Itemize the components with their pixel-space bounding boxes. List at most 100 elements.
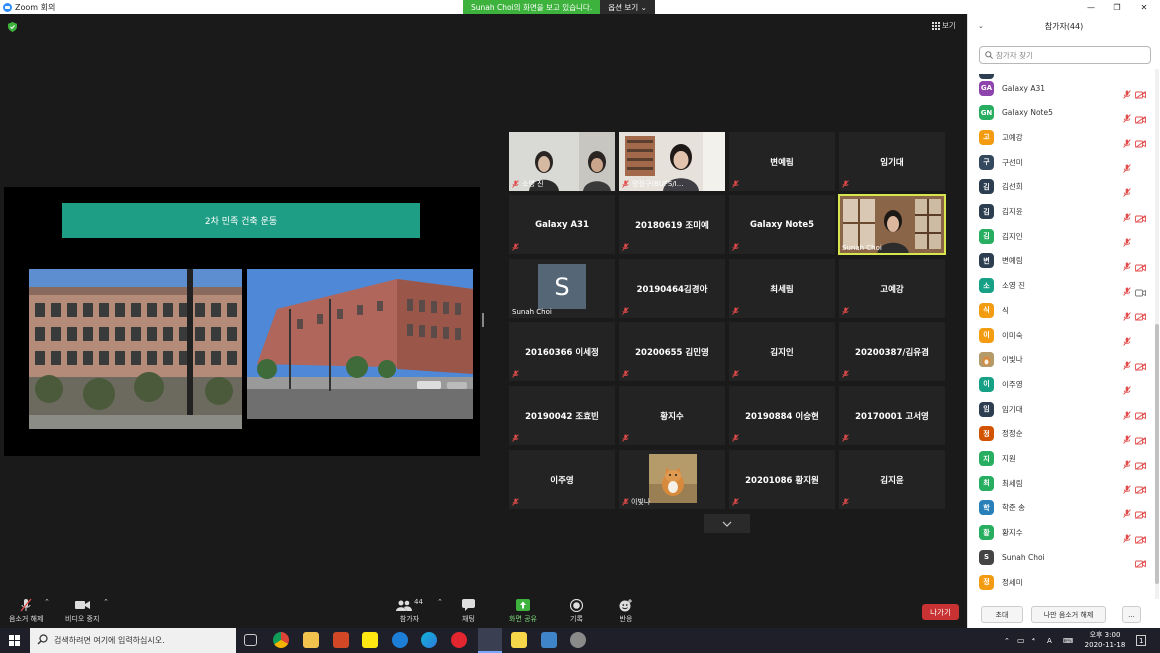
shield-icon[interactable] [8, 22, 17, 32]
powerpoint-icon[interactable] [333, 632, 349, 648]
mic-muted-icon[interactable] [1123, 484, 1131, 494]
participant-row[interactable]: 식식 [968, 298, 1154, 322]
video-off-icon[interactable] [1135, 560, 1146, 569]
network-icon[interactable]: ▭ [1017, 628, 1025, 653]
close-button[interactable]: ✕ [1131, 0, 1157, 14]
mic-muted-icon[interactable] [1123, 312, 1131, 321]
sticky-notes-icon[interactable] [511, 632, 527, 648]
gallery-tile[interactable]: 20190884 이승현 [729, 386, 835, 445]
mic-muted-icon[interactable] [1123, 89, 1131, 99]
participant-video-status[interactable] [1135, 183, 1146, 191]
gallery-tile[interactable]: 20200655 김민영 [619, 322, 725, 381]
participant-video-status[interactable] [1135, 356, 1146, 371]
participant-row[interactable]: 황 황지수 [968, 521, 1154, 545]
participant-video-status[interactable] [1135, 553, 1146, 569]
participant-video-status[interactable] [1135, 430, 1146, 445]
participant-mic-status[interactable] [1123, 578, 1131, 587]
split-divider-handle[interactable] [482, 313, 484, 327]
opera-icon[interactable] [451, 632, 467, 648]
mic-muted-icon[interactable] [1123, 534, 1131, 543]
participant-video-status[interactable] [1135, 109, 1146, 124]
mic-muted-icon[interactable] [1123, 410, 1131, 420]
mic-muted-icon[interactable] [1123, 287, 1131, 296]
video-off-icon[interactable] [1135, 140, 1146, 149]
participant-mic-status[interactable] [1123, 331, 1131, 346]
video-off-icon[interactable] [1135, 214, 1146, 223]
gallery-next-page-button[interactable] [704, 514, 750, 533]
video-camera-icon[interactable] [1135, 289, 1146, 297]
participant-video-status[interactable] [1135, 158, 1146, 166]
taskbar-clock[interactable]: 오후 3:00 2020-11-18 [1082, 630, 1128, 650]
gallery-tile[interactable]: Galaxy A31 [509, 195, 615, 254]
tray-chevron-icon[interactable]: ⌃ [1004, 628, 1010, 653]
video-off-icon[interactable] [1135, 91, 1146, 99]
participant-mic-status[interactable] [1123, 108, 1131, 123]
participants-options-caret[interactable]: ⌃ [437, 598, 443, 606]
participant-mic-status[interactable] [1123, 503, 1131, 519]
gallery-tile[interactable]: 고예강 [839, 259, 945, 318]
participants-button[interactable]: 44 참가자 [396, 598, 423, 624]
participant-video-status[interactable] [1135, 84, 1146, 99]
kakaotalk-icon[interactable] [362, 632, 378, 648]
participant-mic-status[interactable] [1123, 553, 1131, 562]
video-off-icon[interactable] [1135, 264, 1146, 272]
gallery-tile[interactable]: 20180619 조미예 [619, 195, 725, 254]
participant-row[interactable]: 김 김지인 [968, 224, 1154, 248]
volume-icon[interactable]: ⁴ [1032, 628, 1035, 653]
participant-mic-status[interactable] [1123, 84, 1131, 99]
participant-mic-status[interactable] [1123, 355, 1131, 370]
mic-muted-icon[interactable] [1123, 361, 1131, 370]
participant-row[interactable]: S Sunah Choi [968, 545, 1154, 569]
mic-muted-icon[interactable] [1123, 386, 1131, 395]
participant-mic-status[interactable] [1123, 232, 1131, 247]
participant-video-status[interactable] [1135, 405, 1146, 420]
participant-row[interactable]: 정 정정순 [968, 422, 1154, 446]
mic-muted-icon[interactable] [1123, 460, 1131, 469]
leave-button[interactable]: 나가기 [922, 604, 959, 620]
mic-muted-icon[interactable] [1123, 336, 1131, 346]
gallery-tile[interactable]: 20201086 황지원 [729, 450, 835, 509]
participant-mic-status[interactable] [1123, 182, 1131, 197]
gallery-tile[interactable]: 임기대 [839, 132, 945, 191]
participant-mic-status[interactable] [1123, 429, 1131, 444]
participant-row[interactable]: 김 김선희 [968, 175, 1154, 199]
gallery-tile[interactable]: 20170001 고서영 [839, 386, 945, 445]
gallery-tile[interactable]: 최세림 [729, 259, 835, 318]
video-off-icon[interactable] [1135, 535, 1146, 544]
video-off-icon[interactable] [1135, 511, 1146, 519]
mic-muted-icon[interactable] [1123, 213, 1131, 222]
mic-muted-icon[interactable] [1123, 114, 1131, 123]
gallery-tile[interactable]: 20190042 조효빈 [509, 386, 615, 445]
video-off-icon[interactable] [1135, 436, 1146, 445]
mic-muted-icon[interactable] [1123, 237, 1131, 247]
gallery-tile[interactable]: 양정구(BUFS/I... [619, 132, 725, 191]
participant-row[interactable]: 고 고예강 [968, 125, 1154, 149]
participant-row[interactable]: GA Galaxy A31 [968, 76, 1154, 100]
file-explorer-icon[interactable] [303, 632, 319, 648]
participant-row[interactable]: 구 구선미 [968, 150, 1154, 174]
participant-video-status[interactable] [1135, 578, 1146, 586]
video-off-icon[interactable] [1135, 115, 1146, 124]
participant-mic-status[interactable] [1123, 207, 1131, 222]
gallery-tile[interactable]: 황지수 [619, 386, 725, 445]
participant-row[interactable]: 학 학준 송 [968, 496, 1154, 520]
participant-mic-status[interactable] [1123, 405, 1131, 420]
participant-row[interactable]: 이 이주영 [968, 372, 1154, 396]
view-button[interactable]: 보기 [932, 20, 956, 31]
participant-video-status[interactable] [1135, 529, 1146, 544]
app-icon[interactable] [570, 632, 586, 648]
participant-video-status[interactable] [1135, 257, 1146, 272]
participant-video-status[interactable] [1135, 504, 1146, 519]
ime-indicator[interactable]: A [1047, 628, 1052, 653]
stop-video-button[interactable]: 비디오 중지 [65, 598, 99, 624]
unmute-me-button[interactable]: 나만 음소거 해제 [1031, 606, 1106, 623]
participant-video-status[interactable] [1135, 306, 1146, 322]
gallery-tile[interactable]: 20200387/김유겸 [839, 322, 945, 381]
participant-video-status[interactable] [1135, 282, 1146, 297]
mic-muted-icon[interactable] [1123, 435, 1131, 444]
record-button[interactable]: 기록 [570, 598, 583, 624]
gallery-tile[interactable]: 이주영 [509, 450, 615, 509]
participant-row[interactable]: 이 이미숙 [968, 323, 1154, 347]
task-view-icon[interactable] [244, 634, 257, 646]
participant-list-scrollbar[interactable] [1155, 69, 1159, 599]
